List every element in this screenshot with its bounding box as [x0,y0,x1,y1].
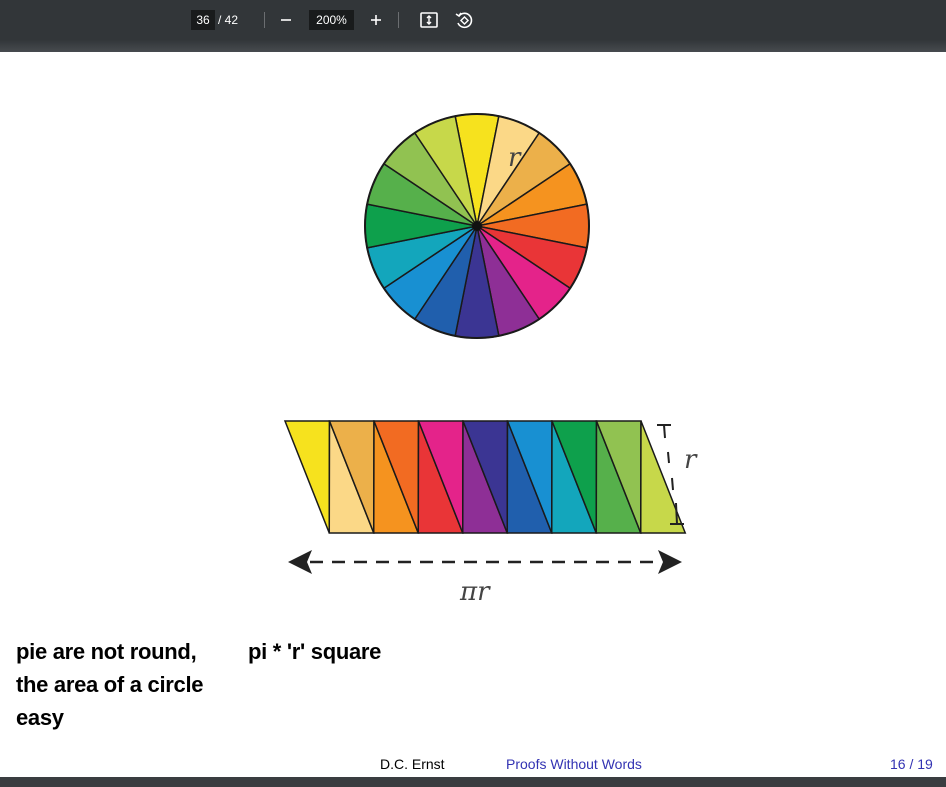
rotate-icon [455,12,473,29]
plus-icon [371,15,381,25]
caption-line: the area of a circle [16,672,204,697]
page-number-input[interactable]: 36 [191,10,215,30]
circle-radius-label: r [508,143,522,173]
toolbar-divider [264,12,265,28]
fit-to-page-button[interactable] [417,8,441,32]
width-dimension-arrow [288,550,682,574]
minus-icon [281,19,291,21]
proof-without-words-illustration: r r πr [283,113,698,607]
footer-title: Proofs Without Words [506,756,642,772]
zoom-level-input[interactable]: 200% [309,10,354,30]
height-radius-label: r [684,445,698,475]
rotate-button[interactable] [452,8,476,32]
area-of-circle-figure: r r πr [270,100,710,610]
toolbar-divider [398,12,399,28]
zoom-in-button[interactable] [364,8,388,32]
rearranged-slices [283,420,687,534]
fit-page-icon [420,12,438,28]
viewer-bottom-edge [0,777,946,787]
circle-center [472,221,482,231]
footer-page-number: 16 / 19 [890,756,933,772]
pdf-toolbar: 36 / 42 200% [0,0,946,52]
caption-text: pie are not round, the area of a circle … [16,635,204,734]
page-total: / 42 [218,13,239,27]
width-pi-r-label: πr [459,577,491,607]
caption-line: easy [16,705,64,730]
zoom-out-button[interactable] [274,8,298,32]
strip-slice [639,420,687,534]
footer-author: D.C. Ernst [380,756,445,772]
caption-line: pie are not round, [16,639,197,664]
sliced-circle [364,113,590,339]
toolbar-shadow [0,40,946,52]
caption-formula: pi * 'r' square [248,639,382,664]
strip-slice [283,420,331,534]
